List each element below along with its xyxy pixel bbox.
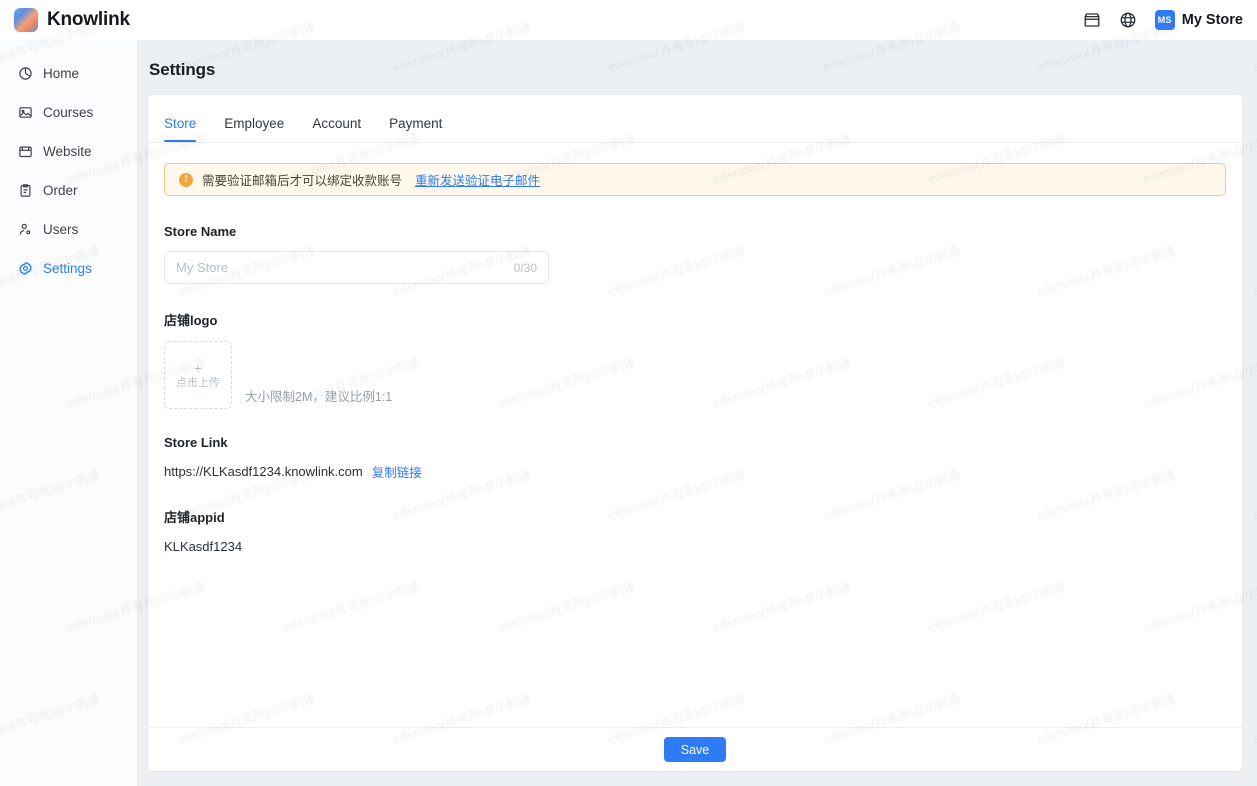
top-bar: Knowlink MS My Store <box>0 0 1257 40</box>
username-label: My Store <box>1181 12 1243 28</box>
brand-name: Knowlink <box>47 9 130 30</box>
store-appid-value: KLKasdf1234 <box>164 539 243 554</box>
store-appid-field: 店铺appid KLKasdf1234 <box>164 507 1226 556</box>
sidebar-item-users[interactable]: Users <box>0 210 137 249</box>
upload-caption: 点击上传 <box>176 377 220 389</box>
media-image-icon <box>18 105 33 120</box>
app-root: Knowlink MS My Store Home Courses Websit… <box>0 0 1257 786</box>
sidebar-item-label: Order <box>43 182 78 198</box>
warning-exclamation-icon: ! <box>179 172 193 187</box>
avatar: MS <box>1154 10 1175 30</box>
knowlink-logo-icon <box>14 8 38 32</box>
tab-employee[interactable]: Employee <box>224 116 299 143</box>
plus-icon: + <box>193 360 203 376</box>
store-link-label: Store Link <box>164 435 228 450</box>
settings-card: Store Employee Account Payment ! 需要验证邮箱后… <box>148 95 1242 771</box>
store-name-field: Store Name My Store 0/30 <box>164 224 1226 284</box>
alert-message: 需要验证邮箱后才可以绑定收款账号 <box>202 174 403 188</box>
store-name-counter: 0/30 <box>513 260 537 275</box>
sidebar-item-website[interactable]: Website <box>0 132 137 171</box>
globe-icon[interactable] <box>1119 11 1137 29</box>
card-footer: Save <box>148 727 1242 771</box>
store-settings-form: ! 需要验证邮箱后才可以绑定收款账号 重新发送验证电子邮件 Store Name… <box>148 143 1242 727</box>
main-area: Settings Store Employee Account Payment … <box>138 40 1257 786</box>
brand[interactable]: Knowlink <box>14 8 130 32</box>
sidebar-item-label: Users <box>43 221 79 237</box>
store-link-value: https://KLKasdf1234.knowlink.com <box>164 464 363 479</box>
tab-store[interactable]: Store <box>164 116 211 143</box>
settings-tabs: Store Employee Account Payment <box>148 95 1242 143</box>
sidebar-item-label: Courses <box>43 104 94 120</box>
page-title: Settings <box>149 60 216 79</box>
logo-upload-button[interactable]: + 点击上传 <box>164 341 232 409</box>
save-button[interactable]: Save <box>664 737 726 762</box>
clipboard-icon <box>18 183 33 198</box>
store-logo-upload-row: + 点击上传 大小限制2M，建议比例1:1 <box>164 341 1226 409</box>
store-link-field: Store Link https://KLKasdf1234.knowlink.… <box>164 435 1226 481</box>
tab-account[interactable]: Account <box>312 116 376 143</box>
sidebar-item-settings[interactable]: Settings <box>0 249 137 288</box>
top-bar-actions: MS My Store <box>1083 10 1243 30</box>
store-appid-label: 店铺appid <box>164 510 225 525</box>
sidebar-item-order[interactable]: Order <box>0 171 137 210</box>
sidebar-item-home[interactable]: Home <box>0 54 137 93</box>
user-icon <box>18 222 33 237</box>
storefront-icon <box>18 144 33 159</box>
store-icon[interactable] <box>1083 11 1101 29</box>
logo-upload-hint: 大小限制2M，建议比例1:1 <box>245 390 393 404</box>
email-verification-alert: ! 需要验证邮箱后才可以绑定收款账号 重新发送验证电子邮件 <box>164 163 1226 196</box>
sidebar-item-label: Home <box>43 65 80 81</box>
store-name-input[interactable]: My Store 0/30 <box>164 251 549 284</box>
user-menu[interactable]: MS My Store <box>1154 10 1243 30</box>
store-logo-field: 店铺logo + 点击上传 大小限制2M，建议比例1:1 <box>164 310 1226 409</box>
sidebar: Home Courses Website Order Users Setting… <box>0 40 138 786</box>
sidebar-item-label: Settings <box>43 260 92 276</box>
copy-link-button[interactable]: 复制链接 <box>372 462 422 481</box>
dashboard-pie-icon <box>18 66 33 81</box>
store-name-label: Store Name <box>164 224 237 239</box>
gear-icon <box>18 261 33 276</box>
store-logo-label: 店铺logo <box>164 313 218 328</box>
store-name-placeholder: My Store <box>176 260 229 275</box>
sidebar-item-courses[interactable]: Courses <box>0 93 137 132</box>
store-link-row: https://KLKasdf1234.knowlink.com 复制链接 <box>164 462 1226 481</box>
tab-payment[interactable]: Payment <box>389 116 457 143</box>
resend-verification-link[interactable]: 重新发送验证电子邮件 <box>415 170 540 189</box>
sidebar-item-label: Website <box>43 143 92 159</box>
